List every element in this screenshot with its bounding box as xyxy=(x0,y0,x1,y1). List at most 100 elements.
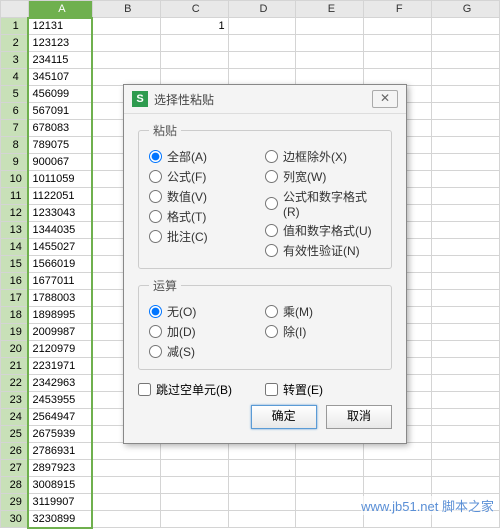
cell[interactable] xyxy=(432,52,500,69)
row-header[interactable]: 6 xyxy=(1,103,29,120)
cell[interactable]: 123123 xyxy=(28,35,92,52)
op-option[interactable]: 减(S) xyxy=(149,343,265,360)
paste-option[interactable]: 公式和数字格式(R) xyxy=(265,188,381,219)
cell[interactable] xyxy=(364,443,432,460)
paste-option[interactable]: 格式(T) xyxy=(149,208,265,225)
col-header-G[interactable]: G xyxy=(432,1,500,18)
cell[interactable] xyxy=(160,52,228,69)
cell[interactable]: 3230899 xyxy=(28,511,92,528)
cell[interactable] xyxy=(228,477,296,494)
cell[interactable] xyxy=(160,477,228,494)
cell[interactable]: 900067 xyxy=(28,154,92,171)
row-header[interactable]: 2 xyxy=(1,35,29,52)
cell[interactable]: 3008915 xyxy=(28,477,92,494)
cell[interactable]: 1455027 xyxy=(28,239,92,256)
row-header[interactable]: 29 xyxy=(1,494,29,511)
cell[interactable] xyxy=(228,511,296,528)
cell[interactable]: 2675939 xyxy=(28,426,92,443)
cell[interactable] xyxy=(228,35,296,52)
cell[interactable] xyxy=(296,18,364,35)
cell[interactable] xyxy=(432,103,500,120)
cell[interactable]: 2009987 xyxy=(28,324,92,341)
row-header[interactable]: 27 xyxy=(1,460,29,477)
row-header[interactable]: 13 xyxy=(1,222,29,239)
cell[interactable] xyxy=(432,256,500,273)
cell[interactable] xyxy=(160,511,228,528)
cell[interactable] xyxy=(296,494,364,511)
cell[interactable] xyxy=(432,290,500,307)
cell[interactable] xyxy=(432,222,500,239)
cell[interactable] xyxy=(432,392,500,409)
cell[interactable] xyxy=(296,69,364,86)
row-header[interactable]: 19 xyxy=(1,324,29,341)
cell[interactable]: 2564947 xyxy=(28,409,92,426)
cell[interactable] xyxy=(92,477,160,494)
op-option[interactable]: 乘(M) xyxy=(265,303,381,320)
cell[interactable] xyxy=(228,494,296,511)
paste-option[interactable]: 值和数字格式(U) xyxy=(265,222,381,239)
cell[interactable] xyxy=(432,35,500,52)
cell[interactable] xyxy=(432,154,500,171)
cell[interactable] xyxy=(364,18,432,35)
paste-option[interactable]: 列宽(W) xyxy=(265,168,381,185)
cell[interactable] xyxy=(364,69,432,86)
cell[interactable] xyxy=(160,460,228,477)
cell[interactable]: 1011059 xyxy=(28,171,92,188)
cell[interactable] xyxy=(228,69,296,86)
row-header[interactable]: 22 xyxy=(1,375,29,392)
cell[interactable] xyxy=(92,460,160,477)
cell[interactable]: 2342963 xyxy=(28,375,92,392)
cell[interactable] xyxy=(432,443,500,460)
col-header-C[interactable]: C xyxy=(160,1,228,18)
cell[interactable] xyxy=(364,460,432,477)
op-option[interactable]: 无(O) xyxy=(149,303,265,320)
cell[interactable]: 1677011 xyxy=(28,273,92,290)
cell[interactable]: 3119907 xyxy=(28,494,92,511)
cell[interactable] xyxy=(296,35,364,52)
cell[interactable] xyxy=(432,375,500,392)
cell[interactable] xyxy=(92,35,160,52)
cell[interactable] xyxy=(92,69,160,86)
row-header[interactable]: 30 xyxy=(1,511,29,528)
cell[interactable]: 1344035 xyxy=(28,222,92,239)
paste-option[interactable]: 公式(F) xyxy=(149,168,265,185)
cell[interactable] xyxy=(160,443,228,460)
cell[interactable]: 2453955 xyxy=(28,392,92,409)
row-header[interactable]: 9 xyxy=(1,154,29,171)
cell[interactable] xyxy=(432,205,500,222)
row-header[interactable]: 16 xyxy=(1,273,29,290)
cell[interactable] xyxy=(432,120,500,137)
row-header[interactable]: 21 xyxy=(1,358,29,375)
col-header-F[interactable]: F xyxy=(364,1,432,18)
transpose-checkbox[interactable]: 转置(E) xyxy=(265,381,392,398)
row-header[interactable]: 23 xyxy=(1,392,29,409)
cell[interactable] xyxy=(432,171,500,188)
paste-option[interactable]: 有效性验证(N) xyxy=(265,242,381,259)
cell[interactable] xyxy=(432,239,500,256)
cell[interactable] xyxy=(364,35,432,52)
corner-header[interactable] xyxy=(1,1,29,18)
ok-button[interactable]: 确定 xyxy=(251,405,317,429)
cell[interactable]: 2786931 xyxy=(28,443,92,460)
row-header[interactable]: 18 xyxy=(1,307,29,324)
col-header-A[interactable]: A xyxy=(28,1,92,18)
cell[interactable]: 1233043 xyxy=(28,205,92,222)
col-header-B[interactable]: B xyxy=(92,1,160,18)
cell[interactable] xyxy=(92,443,160,460)
col-header-E[interactable]: E xyxy=(296,1,364,18)
cell[interactable] xyxy=(432,307,500,324)
row-header[interactable]: 8 xyxy=(1,137,29,154)
cell[interactable] xyxy=(432,18,500,35)
row-header[interactable]: 10 xyxy=(1,171,29,188)
cell[interactable] xyxy=(432,477,500,494)
cell[interactable]: 1566019 xyxy=(28,256,92,273)
cell[interactable] xyxy=(432,341,500,358)
cell[interactable] xyxy=(432,188,500,205)
paste-option[interactable]: 全部(A) xyxy=(149,148,265,165)
cell[interactable]: 1788003 xyxy=(28,290,92,307)
row-header[interactable]: 15 xyxy=(1,256,29,273)
cell[interactable] xyxy=(296,460,364,477)
cell[interactable]: 2897923 xyxy=(28,460,92,477)
cell[interactable]: 678083 xyxy=(28,120,92,137)
row-header[interactable]: 7 xyxy=(1,120,29,137)
